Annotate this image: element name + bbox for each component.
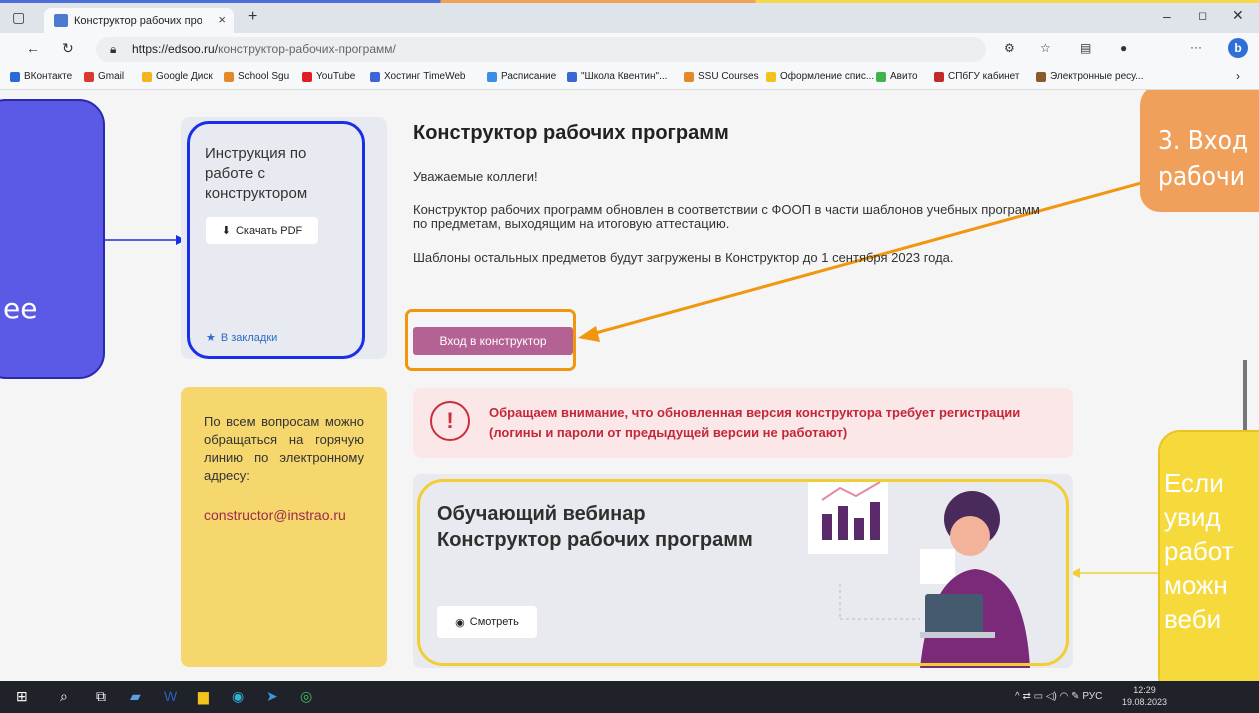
contact-email-link[interactable]: constructor@instrao.ru: [204, 507, 346, 523]
bookmark-youtube[interactable]: YouTube: [302, 71, 355, 82]
alert-text: Обращаем внимание, что обновленная верси…: [489, 405, 1021, 440]
back-icon[interactable]: ←: [26, 40, 40, 56]
close-tab-icon[interactable]: ×: [218, 12, 226, 27]
telegram-icon[interactable]: ➤: [266, 688, 278, 705]
yellow-annotation-line: можн: [1164, 570, 1228, 600]
word-icon[interactable]: W: [164, 688, 177, 704]
url-host: https://edsoo.ru/: [132, 42, 219, 56]
window-close-icon[interactable]: ✕: [1232, 7, 1244, 24]
yellow-annotation-line: увид: [1164, 502, 1221, 532]
windows-start-icon[interactable]: ⊞: [16, 688, 28, 705]
eye-icon: ◉: [455, 616, 465, 629]
favorites-icon[interactable]: ☆: [1040, 41, 1051, 55]
bookmark-timeweb[interactable]: Хостинг TimeWeb: [370, 71, 465, 82]
download-pdf-button[interactable]: ⬇ Скачать PDF: [206, 217, 318, 244]
left-annotation-text: ее: [3, 292, 38, 325]
clock[interactable]: 12:29 19.08.2023: [1122, 684, 1167, 708]
tab-bar: ▢ Конструктор рабочих програм × + – ◻ ✕: [0, 3, 1259, 33]
yellow-annotation-line: веби: [1164, 604, 1222, 634]
profile-icon[interactable]: ●: [1120, 41, 1127, 55]
bookmark-vk[interactable]: ВКонтакте: [10, 71, 72, 82]
bookmark-school-kventin[interactable]: "Школа Квентин"...: [567, 71, 667, 82]
templates-paragraph: Шаблоны остальных предметов будут загруж…: [413, 250, 954, 265]
url-path: конструктор-рабочих-программ/: [218, 42, 396, 56]
scrollbar-thumb[interactable]: [1243, 360, 1247, 430]
instruction-title: Инструкция по работе с конструктором: [205, 145, 308, 202]
webinar-title: Обучающий вебинар Конструктор рабочих пр…: [437, 503, 753, 551]
page-title: Конструктор рабочих программ: [413, 122, 729, 144]
lock-icon: 🔒︎: [110, 42, 117, 56]
tab-actions-icon[interactable]: ▢: [12, 9, 25, 26]
extensions-icon[interactable]: ⚙: [1004, 41, 1015, 55]
page-content: Инструкция по работе с конструктором ⬇ Ск…: [0, 90, 1259, 681]
refresh-icon[interactable]: ↻: [62, 40, 74, 57]
bookmark-spbgu[interactable]: СПбГУ кабинет: [934, 71, 1019, 82]
bookmark-gmail[interactable]: Gmail: [84, 71, 124, 82]
bookmark-school-sgu[interactable]: School Sgu: [224, 71, 289, 82]
greeting-text: Уважаемые коллеги!: [413, 169, 538, 184]
taskbar: ⊞ ⌕ ⧉ ▰ W ▆ ◉ ➤ ◎ ^ ⇄ ▭ ◁) ◠ ✎ РУС 12:29…: [0, 681, 1259, 713]
task-view-icon[interactable]: ⧉: [96, 688, 106, 705]
address-bar: ← ↻ 🔒︎ https://edsoo.ru/конструктор-рабо…: [0, 33, 1259, 66]
update-paragraph: Конструктор рабочих программ обновлен в …: [413, 202, 1040, 231]
enter-constructor-button[interactable]: Вход в конструктор: [413, 327, 573, 355]
yellow-annotation-line: Если: [1164, 468, 1224, 498]
contact-text: По всем вопросам можно обращаться на гор…: [204, 414, 364, 483]
bookmarks-more-icon[interactable]: ›: [1236, 69, 1240, 83]
bookmark-avito[interactable]: Авито: [876, 71, 918, 82]
url-field[interactable]: 🔒︎ https://edsoo.ru/конструктор-рабочих-…: [96, 37, 986, 62]
restore-icon[interactable]: ◻: [1198, 9, 1207, 22]
warning-icon: !: [430, 401, 470, 441]
watch-button[interactable]: ◉ Смотреть: [437, 606, 537, 638]
whatsapp-icon[interactable]: ◎: [300, 688, 312, 705]
orange-annotation-text: 3. Вход рабочи: [1158, 126, 1249, 192]
star-icon: ★: [206, 332, 216, 344]
new-tab-icon[interactable]: +: [248, 8, 257, 26]
tab-title: Конструктор рабочих програм: [74, 14, 202, 27]
site-favicon-icon: [54, 14, 68, 27]
minimize-icon[interactable]: –: [1163, 8, 1171, 24]
bookmark-google-drive[interactable]: Google Диск: [142, 71, 213, 82]
left-annotation-bubble: [0, 99, 105, 379]
bookmark-schedule[interactable]: Расписание: [487, 71, 556, 82]
download-icon: ⬇: [221, 225, 231, 237]
yellow-annotation-line: работ: [1164, 536, 1234, 566]
search-icon[interactable]: ⌕: [60, 688, 68, 705]
bookmark-ssu-courses[interactable]: SSU Courses: [684, 71, 759, 82]
edge-icon[interactable]: ◉: [232, 688, 244, 705]
bing-icon[interactable]: b: [1228, 38, 1248, 58]
app-icon[interactable]: ▰: [130, 688, 141, 705]
bookmark-electronic[interactable]: Электронные ресу...: [1036, 71, 1143, 82]
add-bookmark-link[interactable]: ★ В закладки: [206, 331, 277, 345]
file-explorer-icon[interactable]: ▆: [198, 688, 209, 705]
bookmark-formatting[interactable]: Оформление спис...: [766, 71, 874, 82]
browser-tab[interactable]: Конструктор рабочих програм ×: [44, 8, 234, 33]
collections-icon[interactable]: ▤: [1080, 41, 1091, 55]
system-tray[interactable]: ^ ⇄ ▭ ◁) ◠ ✎ РУС: [1015, 691, 1102, 702]
more-icon[interactable]: ···: [1190, 40, 1202, 54]
bookmarks-bar: ВКонтакте Gmail Google Диск School Sgu Y…: [0, 66, 1259, 90]
